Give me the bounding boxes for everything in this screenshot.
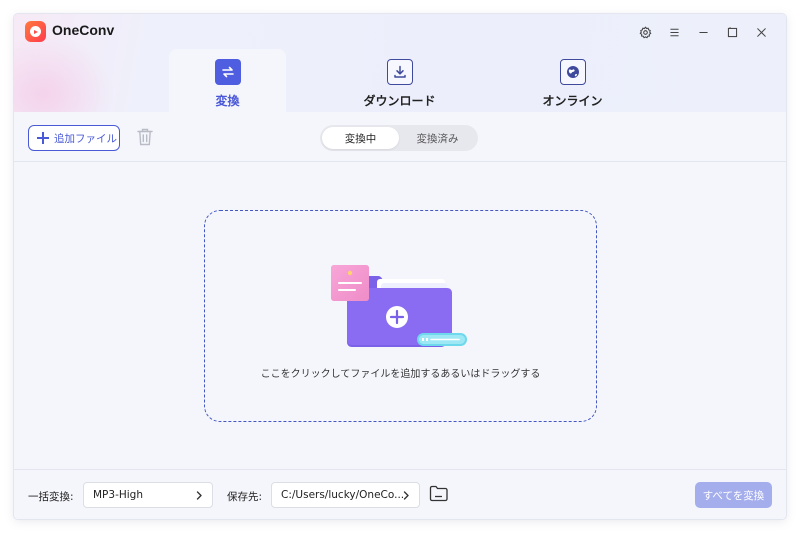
tab-download[interactable]: ダウンロード <box>341 49 458 112</box>
download-icon <box>386 59 413 85</box>
app-logo-icon <box>25 21 46 42</box>
folder-add-icon <box>331 265 467 347</box>
add-file-label: 追加ファイル <box>54 132 117 145</box>
delete-button[interactable] <box>136 127 154 147</box>
save-location-label: 保存先: <box>227 491 263 503</box>
maximize-icon <box>727 26 738 37</box>
trash-icon <box>137 128 153 146</box>
add-file-button[interactable]: 追加ファイル <box>28 125 120 151</box>
hamburger-icon <box>670 28 679 36</box>
menu-button[interactable] <box>660 24 689 40</box>
window-controls <box>631 24 776 40</box>
convert-all-button[interactable]: すべてを変換 <box>695 482 772 508</box>
output-format-value: MP3-High <box>93 489 143 501</box>
close-icon <box>757 27 766 37</box>
segment-converted[interactable]: 変換済み <box>399 127 476 149</box>
tab-convert[interactable]: 変換 <box>169 49 286 112</box>
drop-zone-hint: ここをクリックしてファイルを追加するあるいはドラッグする <box>260 369 541 380</box>
tab-label: ダウンロード <box>363 94 436 108</box>
tab-label: 変換 <box>215 94 240 108</box>
convert-arrows-icon <box>214 59 241 85</box>
main-tabs: 変換 ダウンロード オンライン <box>14 49 786 112</box>
app-title: OneConv <box>52 22 115 38</box>
maximize-button[interactable] <box>718 24 747 40</box>
chevron-right-icon <box>403 491 409 500</box>
gear-icon <box>639 25 652 38</box>
settings-button[interactable] <box>631 24 660 40</box>
minimize-icon <box>699 31 708 33</box>
footer-bar: 一括変換: MP3-High 保存先: C:/Users/lucky/OneCo… <box>14 469 786 519</box>
output-format-select[interactable]: MP3-High <box>83 482 213 508</box>
batch-convert-label: 一括変換: <box>28 491 74 503</box>
app-window: OneConv 変換 ダウンロード オンライン 追加ファイル 変換中 変換済み … <box>14 14 786 519</box>
title-bar: OneConv 変換 ダウンロード オンライン <box>14 14 786 154</box>
tab-label: オンライン <box>542 94 603 108</box>
minimize-button[interactable] <box>689 24 718 40</box>
folder-icon <box>429 485 448 502</box>
save-path-select[interactable]: C:/Users/lucky/OneCo... <box>271 482 420 508</box>
file-drop-zone[interactable]: ここをクリックしてファイルを追加するあるいはドラッグする <box>204 210 597 422</box>
globe-icon <box>559 59 586 85</box>
plus-icon <box>37 132 49 144</box>
open-folder-button[interactable] <box>429 485 448 502</box>
segment-converting[interactable]: 変換中 <box>322 127 399 149</box>
close-button[interactable] <box>747 24 776 40</box>
tab-online[interactable]: オンライン <box>514 49 631 112</box>
toolbar: 追加ファイル 変換中 変換済み <box>14 112 786 162</box>
status-segmented-control: 変換中 変換済み <box>320 125 478 151</box>
save-path-value: C:/Users/lucky/OneCo... <box>281 489 405 501</box>
chevron-right-icon <box>196 491 202 500</box>
